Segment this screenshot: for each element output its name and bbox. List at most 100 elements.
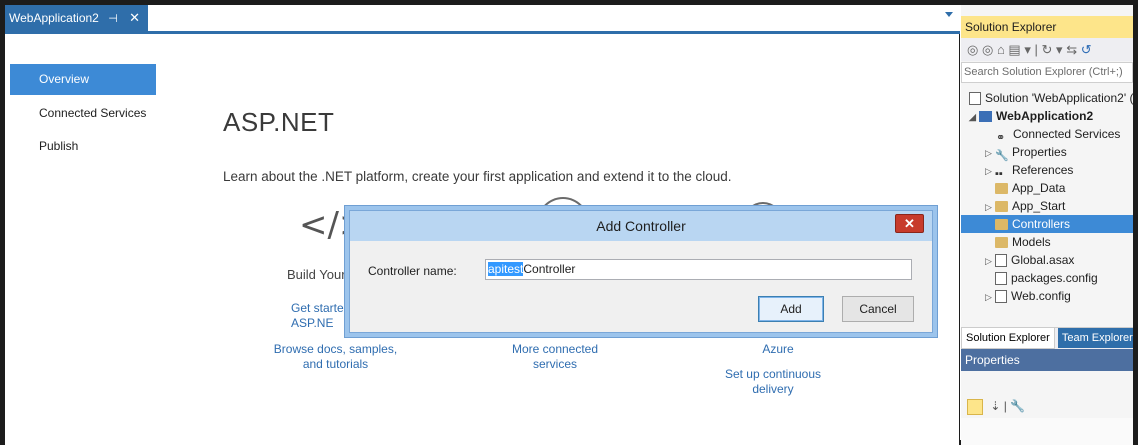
tree-item-project[interactable]: ◢ WebApplication2	[961, 107, 1133, 125]
folder-icon	[995, 183, 1008, 195]
tree-item-controllers[interactable]: Controllers	[961, 215, 1133, 233]
collapsed-arrow-icon[interactable]: ▷	[985, 252, 995, 270]
nav-item-connected-services[interactable]: Connected Services	[10, 98, 156, 129]
project-icon	[979, 111, 992, 123]
more-connected-line1: More connected	[511, 342, 599, 356]
tree-item-models[interactable]: Models	[961, 233, 1133, 251]
solution-explorer-title: Solution Explorer	[961, 16, 1133, 38]
folder-icon	[995, 237, 1008, 249]
collapsed-arrow-icon[interactable]: ▷	[985, 162, 995, 180]
browse-line2: and tutorials	[302, 357, 369, 371]
get-started-link[interactable]: Get started ASP.NE	[291, 301, 350, 331]
home-icon[interactable]: ⌂	[997, 42, 1005, 57]
document-tabstrip: WebApplication2 ⊣ ✕	[5, 5, 960, 34]
tree-label: Connected Services	[1013, 127, 1121, 141]
browse-docs-link[interactable]: Browse docs, samples, and tutorials	[273, 342, 398, 372]
file-icon	[995, 254, 1007, 268]
wrench-icon[interactable]: 🔧	[1010, 399, 1025, 413]
more-connected-services-link[interactable]: More connected services	[505, 342, 605, 372]
back-icon[interactable]: ◎	[967, 42, 978, 57]
tree-label: Models	[1012, 235, 1051, 249]
dialog-title: Add Controller	[350, 211, 932, 241]
controller-name-input[interactable]: apitestController	[485, 259, 912, 280]
tree-item-global-asax[interactable]: ▷ Global.asax	[961, 251, 1133, 269]
properties-title: Properties	[961, 349, 1133, 371]
tree-label: Solution 'WebApplication2' (	[985, 91, 1133, 105]
cancel-button[interactable]: Cancel	[842, 296, 914, 322]
tree-label: Global.asax	[1011, 253, 1075, 267]
wrench-icon: 🔧	[995, 150, 1009, 163]
more-connected-line2: services	[532, 357, 577, 371]
solution-explorer-toolbar: ◎ ◎ ⌂ ▤ ▾ | ↻ ▾ ⇆ ↺	[961, 38, 1133, 61]
add-controller-dialog: Add Controller ✕ Controller name: apites…	[349, 210, 933, 333]
properties-toolbar: ⇣ | 🔧	[961, 394, 1133, 418]
selected-text: apitest	[488, 262, 524, 276]
page-subtitle: Learn about the .NET platform, create yo…	[223, 169, 732, 184]
setup-line1: Set up continuous	[724, 367, 822, 381]
azure-link[interactable]: Azure	[753, 342, 803, 357]
input-rest-text: Controller	[523, 262, 576, 276]
config-file-icon	[995, 290, 1007, 304]
tree-item-connected-services[interactable]: ⚭ Connected Services	[961, 125, 1133, 145]
collapsed-arrow-icon[interactable]: ▷	[985, 198, 995, 216]
document-tab-title: WebApplication2	[9, 11, 99, 25]
page-title: ASP.NET	[223, 107, 335, 137]
tree-label: Controllers	[1012, 217, 1071, 231]
tree-label: WebApplication2	[996, 109, 1094, 123]
document-tab[interactable]: WebApplication2 ⊣ ✕	[5, 5, 148, 31]
config-file-icon	[995, 272, 1007, 286]
tree-label: App_Data	[1012, 181, 1066, 195]
folder-icon	[995, 201, 1008, 213]
tree-item-references[interactable]: ▷ ▪▪ References	[961, 161, 1133, 181]
dropdown-icon[interactable]: ▾	[1024, 42, 1031, 57]
references-icon: ▪▪	[995, 168, 1003, 181]
pin-icon[interactable]: ⊣	[108, 6, 118, 32]
tab-dropdown-icon[interactable]	[945, 12, 953, 17]
dialog-close-icon[interactable]: ✕	[895, 214, 924, 233]
dialog-body: Controller name: apitestController Add C…	[350, 241, 932, 332]
tree-item-app-data[interactable]: App_Data	[961, 179, 1133, 197]
solution-icon	[969, 92, 981, 106]
collapsed-arrow-icon[interactable]: ▷	[985, 288, 995, 306]
refresh-icon[interactable]: ↺	[1081, 42, 1092, 57]
tree-item-app-start[interactable]: ▷ App_Start	[961, 197, 1133, 215]
tree-item-packages-config[interactable]: packages.config	[961, 269, 1133, 287]
dropdown-icon-2[interactable]: ▾	[1056, 42, 1063, 57]
tree-item-web-config[interactable]: ▷ Web.config	[961, 287, 1133, 305]
continuous-delivery-link[interactable]: Set up continuous delivery	[718, 367, 828, 397]
separator: |	[1034, 42, 1038, 57]
separator: |	[1003, 399, 1007, 413]
folder-icon	[995, 219, 1008, 231]
switch-views-icon[interactable]: ▤	[1008, 42, 1020, 57]
close-icon[interactable]: ✕	[129, 5, 140, 31]
expanded-arrow-icon[interactable]: ◢	[969, 108, 979, 126]
tree-item-properties[interactable]: ▷ 🔧 Properties	[961, 143, 1133, 163]
connected-services-icon: ⚭	[996, 132, 1006, 145]
tree-label: packages.config	[1011, 271, 1098, 285]
tree-label: Properties	[1012, 145, 1067, 159]
tree-label: Web.config	[1011, 289, 1071, 303]
browse-line1: Browse docs, samples,	[273, 342, 398, 356]
categorized-icon[interactable]	[967, 398, 983, 415]
alphabetical-icon[interactable]: ⇣	[990, 399, 1000, 413]
get-started-line1: Get started	[291, 301, 351, 315]
tree-label: App_Start	[1012, 199, 1066, 213]
history-icon[interactable]: ↻	[1042, 42, 1053, 57]
properties-body	[961, 418, 1133, 445]
tree-item-solution[interactable]: Solution 'WebApplication2' (	[961, 89, 1133, 107]
nav-item-publish[interactable]: Publish	[10, 131, 156, 162]
sync-icon[interactable]: ⇆	[1066, 42, 1077, 57]
solution-explorer-search[interactable]: Search Solution Explorer (Ctrl+;)	[961, 62, 1133, 83]
solution-explorer-panel: Solution Explorer ◎ ◎ ⌂ ▤ ▾ | ↻ ▾ ⇆ ↺ Se…	[961, 5, 1133, 445]
explorer-tabs: Solution Explorer Team Explorer	[961, 327, 1133, 349]
tree-label: References	[1012, 163, 1074, 177]
build-your-heading: Build Your	[287, 267, 346, 282]
tab-solution-explorer[interactable]: Solution Explorer	[961, 328, 1055, 349]
add-button[interactable]: Add	[758, 296, 824, 322]
controller-name-label: Controller name:	[368, 264, 457, 278]
nav-item-overview[interactable]: Overview	[10, 64, 156, 95]
tab-team-explorer[interactable]: Team Explorer	[1057, 328, 1133, 348]
forward-icon[interactable]: ◎	[982, 42, 993, 57]
collapsed-arrow-icon[interactable]: ▷	[985, 144, 995, 162]
setup-line2: delivery	[752, 382, 794, 396]
